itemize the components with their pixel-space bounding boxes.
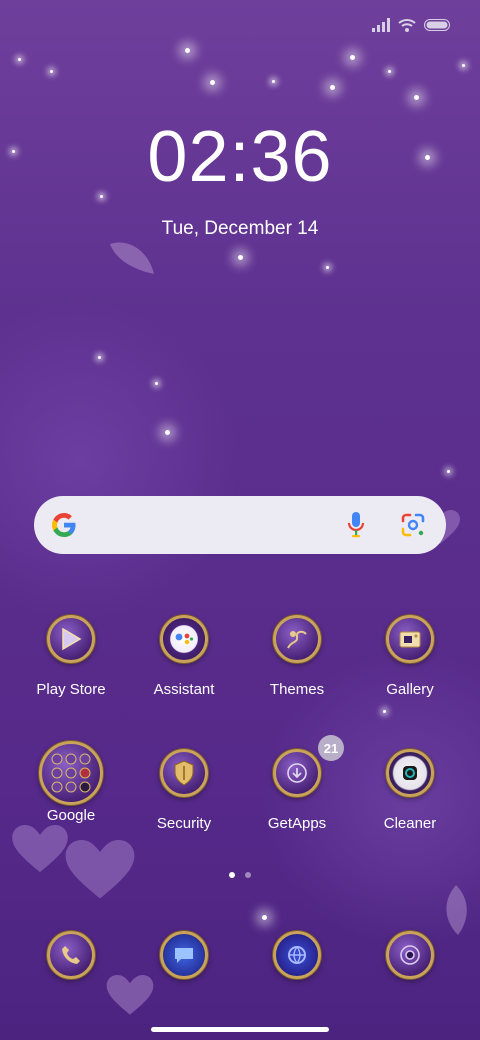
- security-icon: [160, 749, 208, 797]
- microphone-icon[interactable]: [346, 511, 366, 544]
- notification-badge: 21: [318, 735, 344, 761]
- app-themes[interactable]: Themes: [241, 612, 353, 698]
- camera-icon: [386, 931, 434, 979]
- signal-bars-icon: [372, 18, 390, 32]
- google-g-icon: [50, 511, 78, 544]
- app-label: Cleaner: [383, 815, 437, 832]
- app-label: Security: [156, 815, 212, 832]
- app-assistant[interactable]: Assistant: [128, 612, 240, 698]
- dock-messages[interactable]: [128, 928, 240, 985]
- wifi-icon: [398, 18, 416, 32]
- page-dot-active[interactable]: [229, 872, 235, 878]
- app-label: Play Store: [36, 681, 106, 698]
- google-search-bar[interactable]: [34, 496, 446, 554]
- app-cleaner[interactable]: Cleaner: [354, 746, 466, 832]
- page-dot[interactable]: [245, 872, 251, 878]
- cleaner-icon: [386, 749, 434, 797]
- app-google-folder[interactable]: Google: [15, 741, 127, 824]
- home-gesture-bar[interactable]: [151, 1027, 329, 1032]
- app-label: Gallery: [386, 681, 434, 698]
- gallery-icon: [386, 615, 434, 663]
- google-lens-icon[interactable]: [400, 512, 426, 543]
- dock-phone[interactable]: [15, 928, 127, 985]
- themes-icon: [273, 615, 321, 663]
- app-getapps[interactable]: 21 GetApps: [241, 735, 353, 832]
- messages-icon: [160, 931, 208, 979]
- app-play-store[interactable]: Play Store: [15, 612, 127, 698]
- getapps-icon: [273, 749, 321, 797]
- app-security[interactable]: Security: [128, 746, 240, 832]
- phone-icon: [47, 931, 95, 979]
- app-gallery[interactable]: Gallery: [354, 612, 466, 698]
- app-label: Google: [46, 807, 96, 824]
- dock-camera[interactable]: [354, 928, 466, 985]
- battery-icon: [424, 19, 450, 31]
- app-label: Themes: [269, 681, 325, 698]
- google-folder-icon: [39, 741, 103, 805]
- clock-time[interactable]: 02:36: [0, 116, 480, 198]
- assistant-icon: [160, 615, 208, 663]
- status-bar: [372, 18, 450, 32]
- play-store-icon: [47, 615, 95, 663]
- dock-browser[interactable]: [241, 928, 353, 985]
- clock-date[interactable]: Tue, December 14: [0, 218, 480, 240]
- app-label: Assistant: [153, 681, 215, 698]
- page-indicator: [0, 872, 480, 878]
- app-label: GetApps: [267, 815, 327, 832]
- browser-icon: [273, 931, 321, 979]
